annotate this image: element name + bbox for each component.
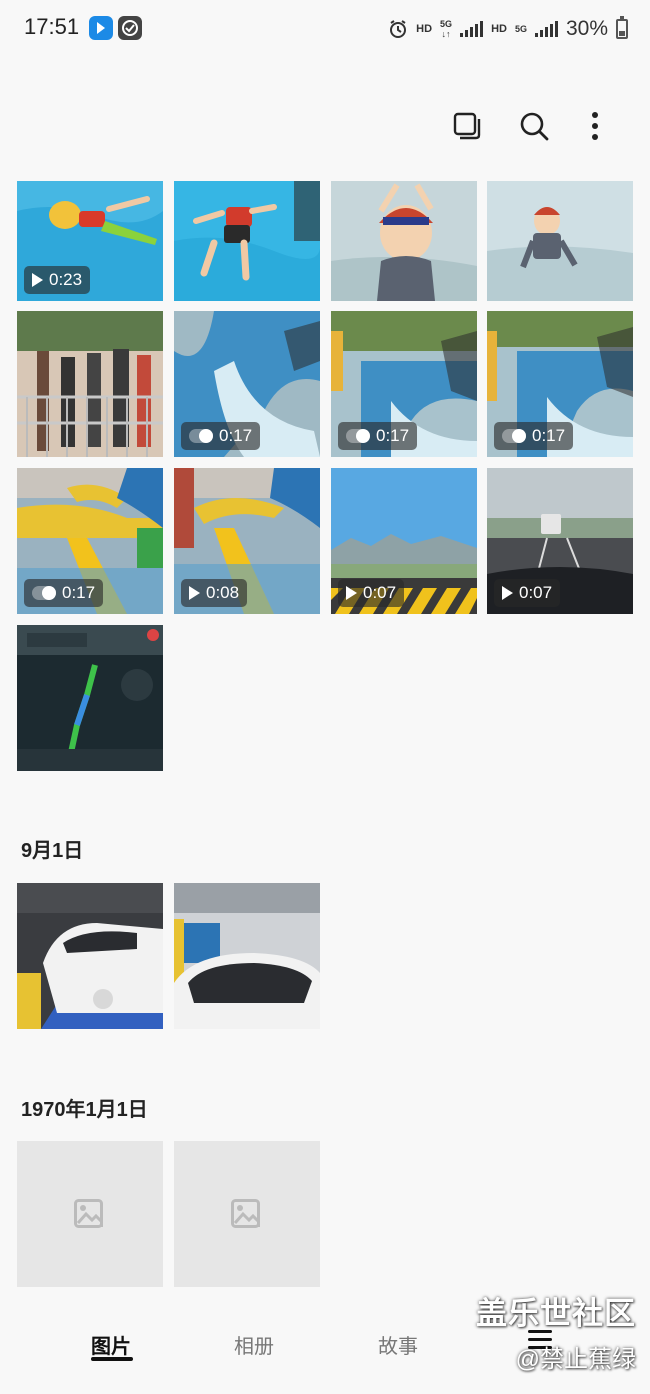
parked-car-image [174,883,320,1029]
network-5g-label-2: 5G [514,24,527,34]
date-section-title: 1970年1月1日 [21,1099,148,1121]
photo-thumbnail[interactable] [17,311,163,457]
photo-thumbnail[interactable] [17,625,163,771]
child-in-pool-image [487,181,633,301]
live-photo-badge: 0:17 [181,422,261,450]
photo-thumbnail[interactable] [331,181,477,301]
broken-image-placeholder[interactable] [17,1141,163,1287]
navigation-screen-image [17,625,163,771]
photo-thumbnail[interactable]: 0:07 [487,468,633,614]
network-5g-label: 5G [440,19,453,29]
video-badge: 0:07 [338,579,405,607]
video-duration: 0:23 [49,270,83,289]
photo-thumbnail[interactable] [174,883,320,1029]
live-toggle-icon [32,586,56,600]
video-duration: 0:07 [519,583,553,602]
hd-label-2: HD [491,22,507,35]
play-icon [189,586,200,600]
date-section-title: 9月1日 [21,840,84,862]
watermark-community: 盖乐世社区 [476,1296,636,1331]
play-icon [502,586,513,600]
swimming-child-image [174,181,320,301]
photo-thumbnail[interactable]: 0:17 [17,468,163,614]
video-duration: 0:17 [62,583,96,602]
photo-thumbnail[interactable]: 0:08 [174,468,320,614]
photo-thumbnail[interactable] [17,883,163,1029]
network-arrows: ↓↑ [441,29,451,39]
watermark: 盖乐世社区 @禁止蕉绿 [476,1288,636,1374]
signal-icon-2 [534,21,558,37]
video-duration: 0:17 [376,426,410,445]
video-duration: 0:17 [219,426,253,445]
alarm-icon [390,20,407,38]
status-time: 17:51 [24,14,80,39]
live-photo-badge: 0:17 [338,422,418,450]
video-duration: 0:17 [532,426,566,445]
parked-car-image [17,883,163,1029]
video-badge: 0:23 [24,266,91,294]
select-icon [453,112,481,140]
video-badge: 0:08 [181,579,248,607]
photo-thumbnail[interactable]: 0:07 [331,468,477,614]
network-5g-1: 5G ↓↑ [440,19,452,39]
select-button[interactable] [447,106,487,146]
network-5g-2: 5G [515,24,527,34]
broken-image-icon [74,1199,103,1228]
live-toggle-icon [346,429,370,443]
task-app-icon [118,16,142,40]
broken-image-icon [231,1199,260,1228]
photo-thumbnail[interactable]: 0:17 [487,311,633,457]
photo-thumbnail[interactable]: 0:17 [331,311,477,457]
photo-thumbnail[interactable] [174,181,320,301]
video-badge: 0:07 [494,579,561,607]
live-photo-badge: 0:17 [24,579,104,607]
active-tab-indicator [91,1357,133,1361]
live-photo-badge: 0:17 [494,422,574,450]
play-icon [32,273,43,287]
photo-thumbnail[interactable] [487,181,633,301]
search-icon [520,112,549,141]
live-toggle-icon [502,429,526,443]
video-duration: 0:08 [206,583,240,602]
video-duration: 0:07 [363,583,397,602]
battery-icon [616,16,628,39]
play-icon [346,586,357,600]
broken-image-placeholder[interactable] [174,1141,320,1287]
kids-at-railing-image [17,311,163,457]
status-bar: 17:51 HD 5G ↓↑ HD 5G 30% [0,0,650,58]
more-button[interactable] [575,106,615,146]
watermark-author: @禁止蕉绿 [515,1346,636,1373]
search-button[interactable] [514,106,554,146]
more-icon [592,112,598,140]
child-in-pool-image [331,181,477,301]
live-toggle-icon [189,429,213,443]
status-indicators: HD 5G ↓↑ HD 5G 30% [388,14,628,44]
photo-thumbnail[interactable]: 0:23 [17,181,163,301]
battery-percent: 30% [565,17,608,40]
photo-thumbnail[interactable]: 0:17 [174,311,320,457]
tab-albums[interactable]: 相册 [234,1330,274,1359]
signal-icon-1 [460,21,484,37]
tab-stories[interactable]: 故事 [378,1330,418,1359]
tab-pictures[interactable]: 图片 [91,1330,131,1359]
hd-label-1: HD [416,22,433,35]
bluetooth-app-icon [89,16,113,40]
